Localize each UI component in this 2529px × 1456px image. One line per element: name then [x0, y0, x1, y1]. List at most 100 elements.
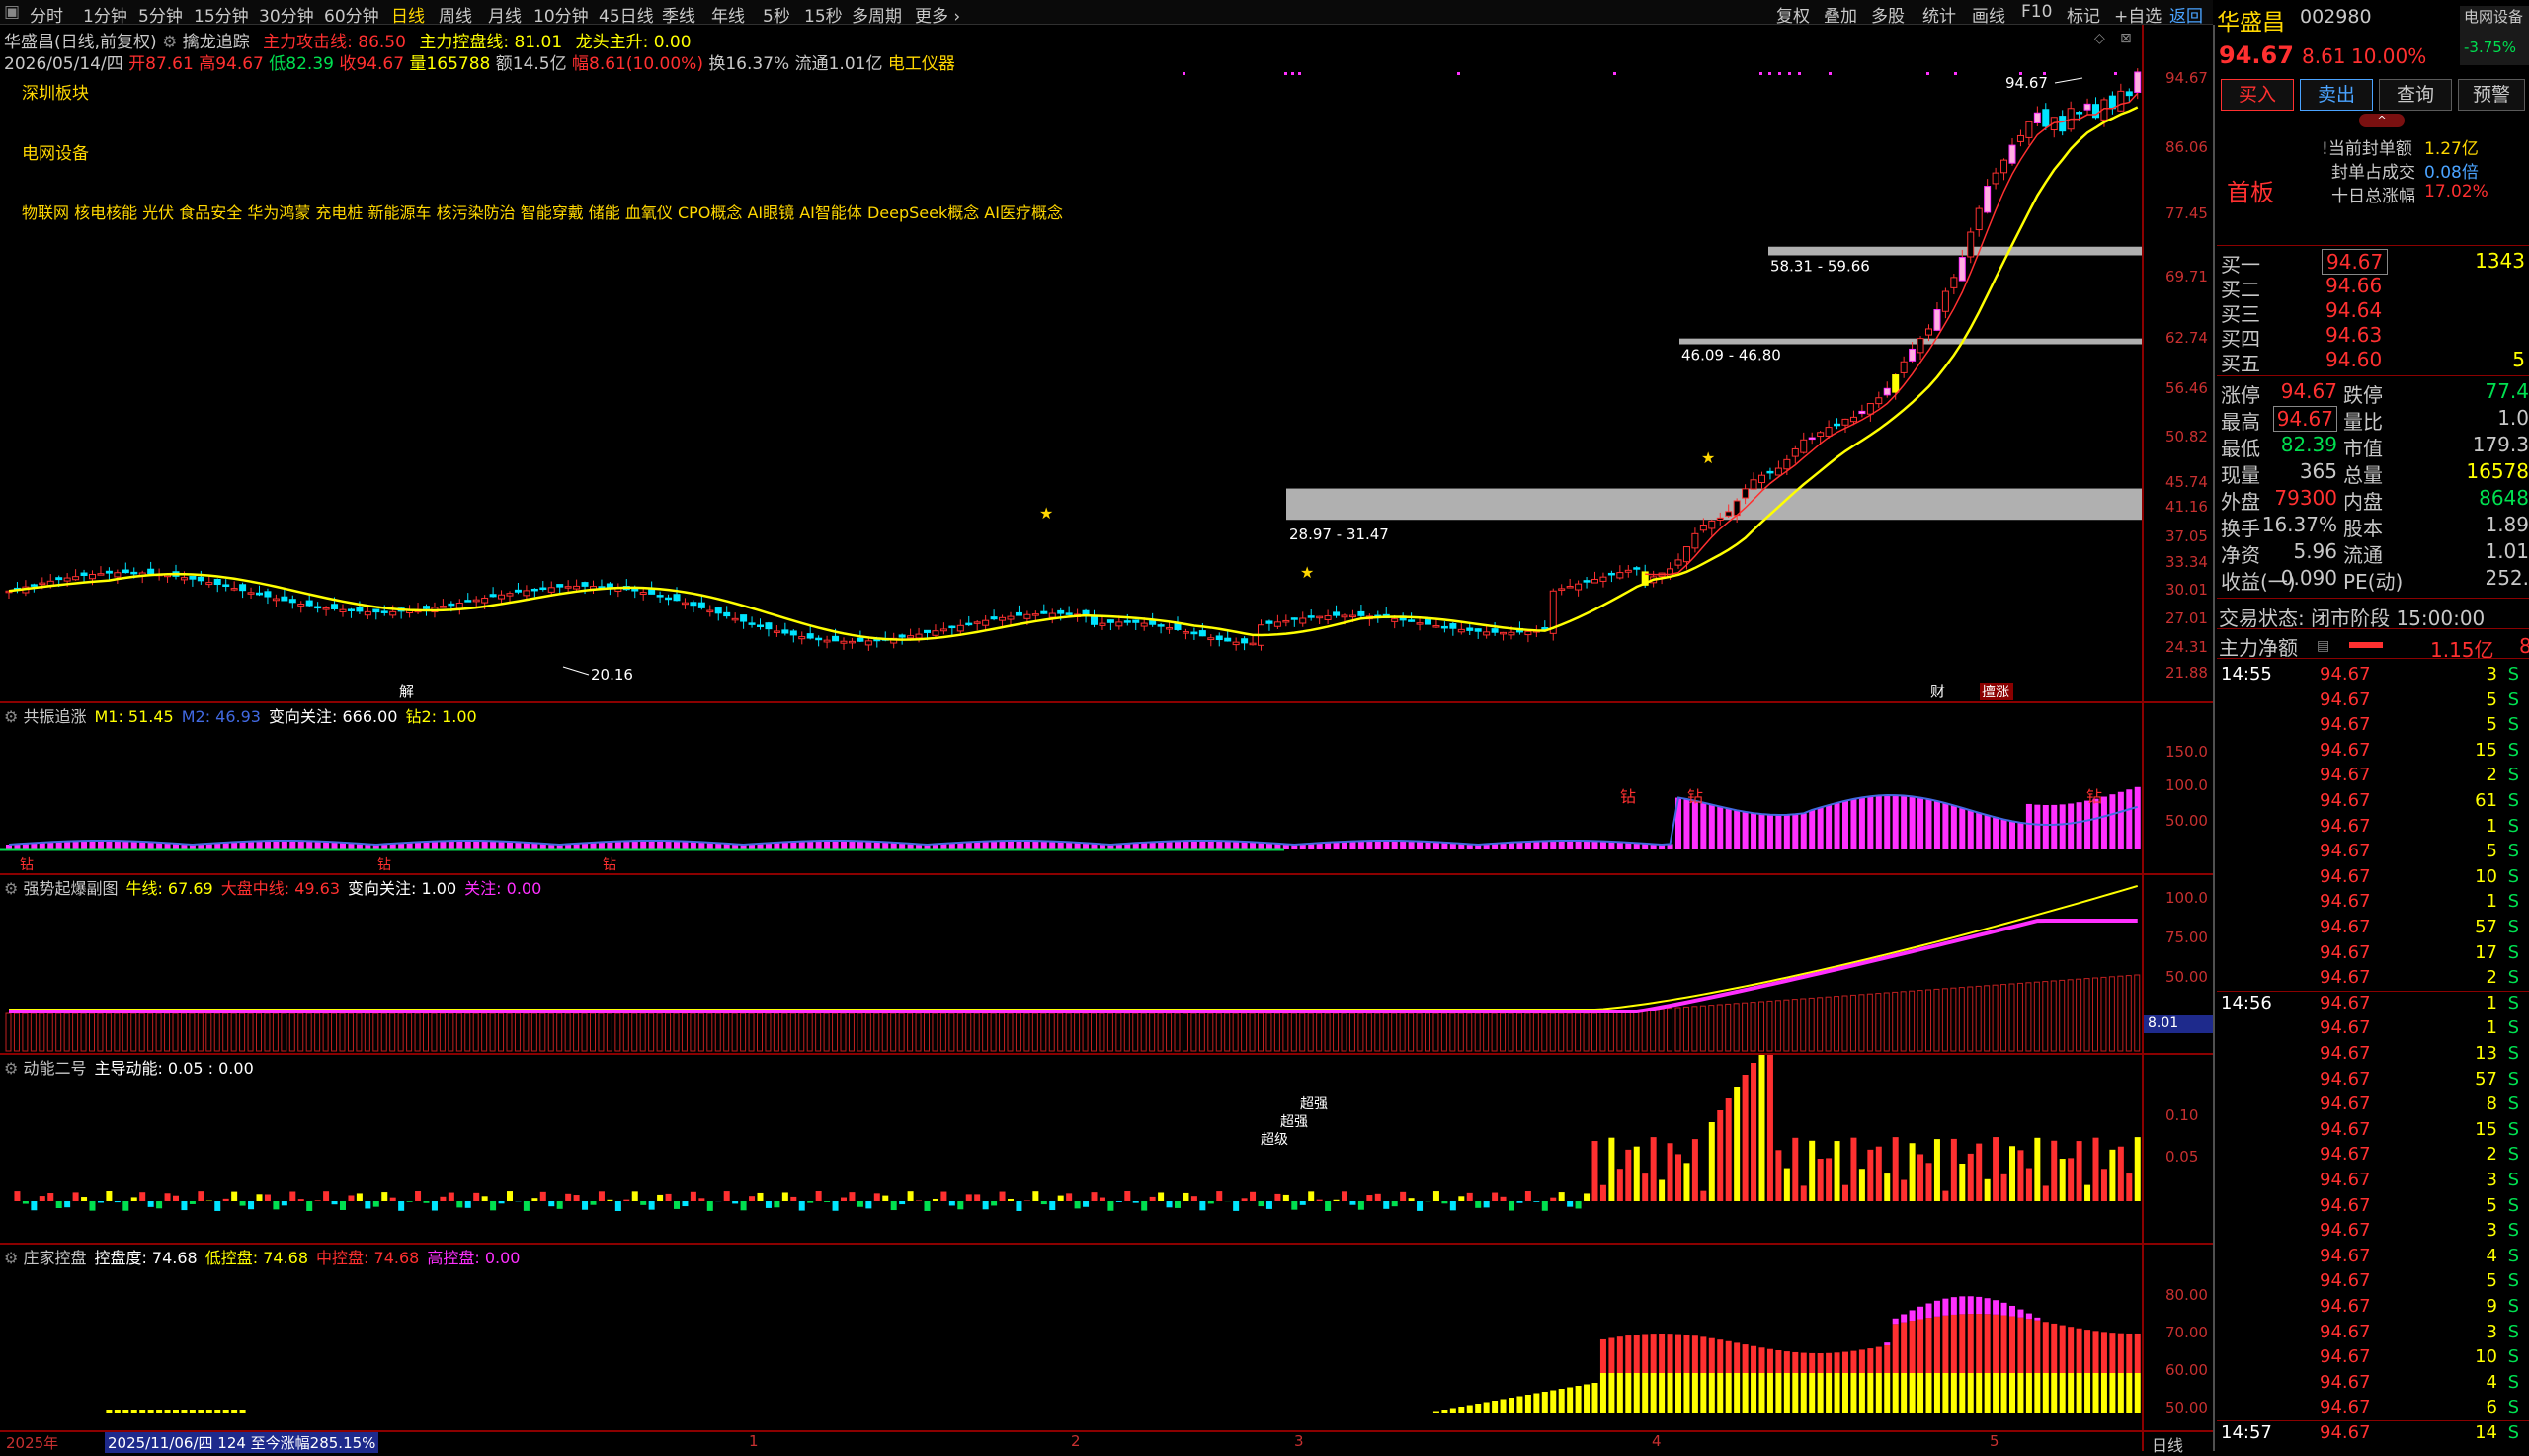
close-panel-icon[interactable]: ⊠: [2120, 31, 2132, 46]
period-tab[interactable]: 15分钟: [194, 2, 249, 27]
tool-button[interactable]: 标记: [2067, 2, 2100, 27]
candle: [390, 611, 396, 615]
period-tab[interactable]: 年线: [711, 2, 745, 27]
strength-bar: [1516, 1013, 1521, 1051]
strength-bar: [365, 1013, 369, 1051]
support-zone: [1286, 489, 2142, 521]
period-tab[interactable]: 周线: [439, 2, 472, 27]
candle: [1342, 615, 1347, 617]
period-tab[interactable]: 15秒: [804, 2, 843, 27]
bid-price[interactable]: 94.63: [2325, 323, 2382, 347]
strength-bar: [824, 1013, 829, 1051]
momentum-bar: [40, 1196, 45, 1201]
candle: [214, 580, 220, 585]
period-tab[interactable]: 更多 ›: [915, 2, 960, 27]
signal-dot: [1768, 72, 1771, 75]
low-control-bar: [206, 1410, 212, 1413]
period-tab[interactable]: 10分钟: [533, 2, 589, 27]
buy-button[interactable]: 买入: [2221, 79, 2294, 111]
period-tab-active[interactable]: 日线: [391, 2, 425, 27]
strength-bar: [1467, 1013, 1472, 1051]
low-control-bar: [1968, 1373, 1974, 1413]
net-flow-icon[interactable]: ▤: [2317, 638, 2329, 654]
strength-bar: [857, 1013, 862, 1051]
tick-row: 94.679S: [2217, 1296, 2529, 1321]
query-button[interactable]: 查询: [2379, 79, 2452, 111]
candle: [1233, 642, 1239, 644]
divider: [2217, 628, 2529, 629]
support-zone: [1679, 339, 2142, 345]
strength-bar: [122, 1013, 127, 1051]
period-tab[interactable]: 30分钟: [259, 2, 314, 27]
strength-bar: [31, 1013, 36, 1051]
candle: [1325, 616, 1331, 620]
strength-bar: [582, 1013, 587, 1051]
momentum-bar: [2060, 1159, 2066, 1201]
tool-button[interactable]: 多股: [1871, 2, 1905, 27]
candle: [2135, 72, 2141, 92]
period-tab[interactable]: 45日线: [599, 2, 654, 27]
tick-row: 94.678S: [2217, 1093, 2529, 1118]
period-tab[interactable]: 多周期: [852, 2, 902, 27]
candle: [1826, 428, 1832, 437]
tool-button[interactable]: 叠加: [1824, 2, 1857, 27]
candlestick-chart[interactable]: 58.31 - 59.6646.09 - 46.8028.97 - 31.479…: [0, 25, 2142, 701]
tick-row: 94.675S: [2217, 1195, 2529, 1220]
axis-period-label[interactable]: 日线: [2152, 1432, 2183, 1456]
bid-price[interactable]: 94.67: [2322, 249, 2388, 275]
momentum-bar: [56, 1201, 62, 1208]
mid-control-bar: [1934, 1317, 1940, 1373]
stat-value: 0.090: [2281, 566, 2337, 590]
momentum-bar: [1458, 1196, 1464, 1201]
momentum-panel[interactable]: 超级超强超强: [0, 1055, 2142, 1243]
tool-button[interactable]: 统计: [1922, 2, 1956, 27]
resonance-panel[interactable]: 钻钻钻钻钻钻: [0, 703, 2142, 873]
period-tab[interactable]: 5分钟: [138, 2, 183, 27]
bid-price[interactable]: 94.66: [2325, 274, 2382, 297]
period-tab[interactable]: 月线: [488, 2, 522, 27]
tool-button[interactable]: 画线: [1972, 2, 2005, 27]
period-tab[interactable]: 季线: [662, 2, 695, 27]
tool-button[interactable]: F10: [2021, 2, 2052, 22]
mid-control-bar: [2126, 1334, 2132, 1373]
momentum-bar: [698, 1198, 704, 1201]
index-widget[interactable]: 电网设备 -3.75%: [2460, 6, 2529, 65]
signal-dot: [1829, 72, 1832, 75]
momentum-bar: [323, 1191, 329, 1201]
bid-price[interactable]: 94.64: [2325, 298, 2382, 322]
momentum-bar: [1100, 1198, 1105, 1201]
momentum-bar: [1775, 1150, 1781, 1201]
collapse-icon[interactable]: ^: [2359, 114, 2405, 127]
strength-bar: [1634, 1011, 1639, 1051]
strength-bar: [1893, 992, 1898, 1051]
mid-control-bar: [1842, 1352, 1848, 1373]
tick-side: S: [2508, 1144, 2519, 1165]
period-tab[interactable]: 60分钟: [324, 2, 379, 27]
mid-control-bar: [1709, 1338, 1715, 1373]
tool-button[interactable]: +自选: [2114, 2, 2162, 27]
strength-bar: [1692, 1007, 1697, 1051]
alert-button[interactable]: 预警: [2458, 79, 2525, 111]
momentum-bar: [1116, 1201, 1122, 1202]
strength-panel[interactable]: [0, 875, 2142, 1053]
index-pct: -3.75%: [2460, 39, 2529, 56]
strength-bar: [1985, 986, 1990, 1051]
strength-bar: [98, 1013, 103, 1051]
strength-bar: [424, 1013, 429, 1051]
strength-bar: [1550, 1013, 1555, 1051]
tick-row: 94.6710S: [2217, 1346, 2529, 1371]
menu-icon[interactable]: ▣: [4, 2, 20, 22]
bid-price[interactable]: 94.60: [2325, 348, 2382, 371]
period-tab[interactable]: 5秒: [763, 2, 790, 27]
period-tab[interactable]: 分时: [30, 2, 63, 27]
candle: [348, 609, 354, 611]
sell-button[interactable]: 卖出: [2300, 79, 2373, 111]
tool-button[interactable]: 复权: [1776, 2, 1810, 27]
period-tab[interactable]: 1分钟: [83, 2, 127, 27]
back-button[interactable]: 返回: [2169, 2, 2203, 27]
control-panel[interactable]: [0, 1245, 2142, 1430]
diamond-icon[interactable]: ◇: [2094, 31, 2105, 46]
resonance-bar: [1409, 841, 1415, 849]
momentum-bar: [122, 1201, 128, 1211]
resonance-bar: [2051, 805, 2057, 849]
